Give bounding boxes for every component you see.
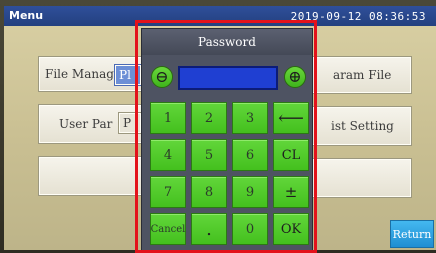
- file-manager-label: File Manag: [45, 67, 114, 81]
- backspace-key[interactable]: ⟵: [273, 102, 309, 134]
- key-8[interactable]: 8: [191, 176, 227, 208]
- dot-key[interactable]: .: [191, 213, 227, 245]
- password-dialog-title: Password: [142, 29, 312, 55]
- param-file-button[interactable]: aram File: [304, 56, 412, 94]
- password-input[interactable]: [178, 66, 278, 90]
- key-5[interactable]: 5: [191, 139, 227, 171]
- sign-key[interactable]: ±: [273, 176, 309, 208]
- title-bar: Menu 2019-09-12 08:36:53: [4, 6, 436, 26]
- clock-readout: 2019-09-12 08:36:53: [290, 10, 426, 23]
- peek-label-1: Pl: [119, 68, 131, 82]
- plus-button[interactable]: ⊕: [284, 66, 306, 88]
- list-setting-label: ist Setting: [331, 119, 394, 133]
- key-1[interactable]: 1: [150, 102, 186, 134]
- clear-key[interactable]: CL: [273, 139, 309, 171]
- key-2[interactable]: 2: [191, 102, 227, 134]
- list-setting-button[interactable]: ist Setting: [304, 106, 412, 146]
- key-9[interactable]: 9: [232, 176, 268, 208]
- param-file-label: aram File: [333, 68, 392, 82]
- minus-button[interactable]: ⊖: [151, 66, 173, 88]
- key-4[interactable]: 4: [150, 139, 186, 171]
- cancel-key[interactable]: Cancel: [150, 213, 186, 245]
- blank-menu-button-right[interactable]: [304, 158, 412, 198]
- return-button[interactable]: Return: [390, 220, 434, 248]
- key-0[interactable]: 0: [232, 213, 268, 245]
- key-6[interactable]: 6: [232, 139, 268, 171]
- user-param-label: User Par: [59, 117, 113, 131]
- peek-button-1: Pl: [114, 64, 142, 86]
- peek-button-2: P: [118, 112, 142, 134]
- window-title: Menu: [9, 9, 44, 22]
- key-7[interactable]: 7: [150, 176, 186, 208]
- password-dialog: Password ⊖ ⊕ 1 2 3 ⟵ 4 5 6 CL 7 8 9 ± Ca…: [141, 28, 313, 253]
- key-3[interactable]: 3: [232, 102, 268, 134]
- blank-menu-button[interactable]: [38, 156, 148, 196]
- peek-label-2: P: [123, 116, 132, 130]
- ok-key[interactable]: OK: [273, 213, 309, 245]
